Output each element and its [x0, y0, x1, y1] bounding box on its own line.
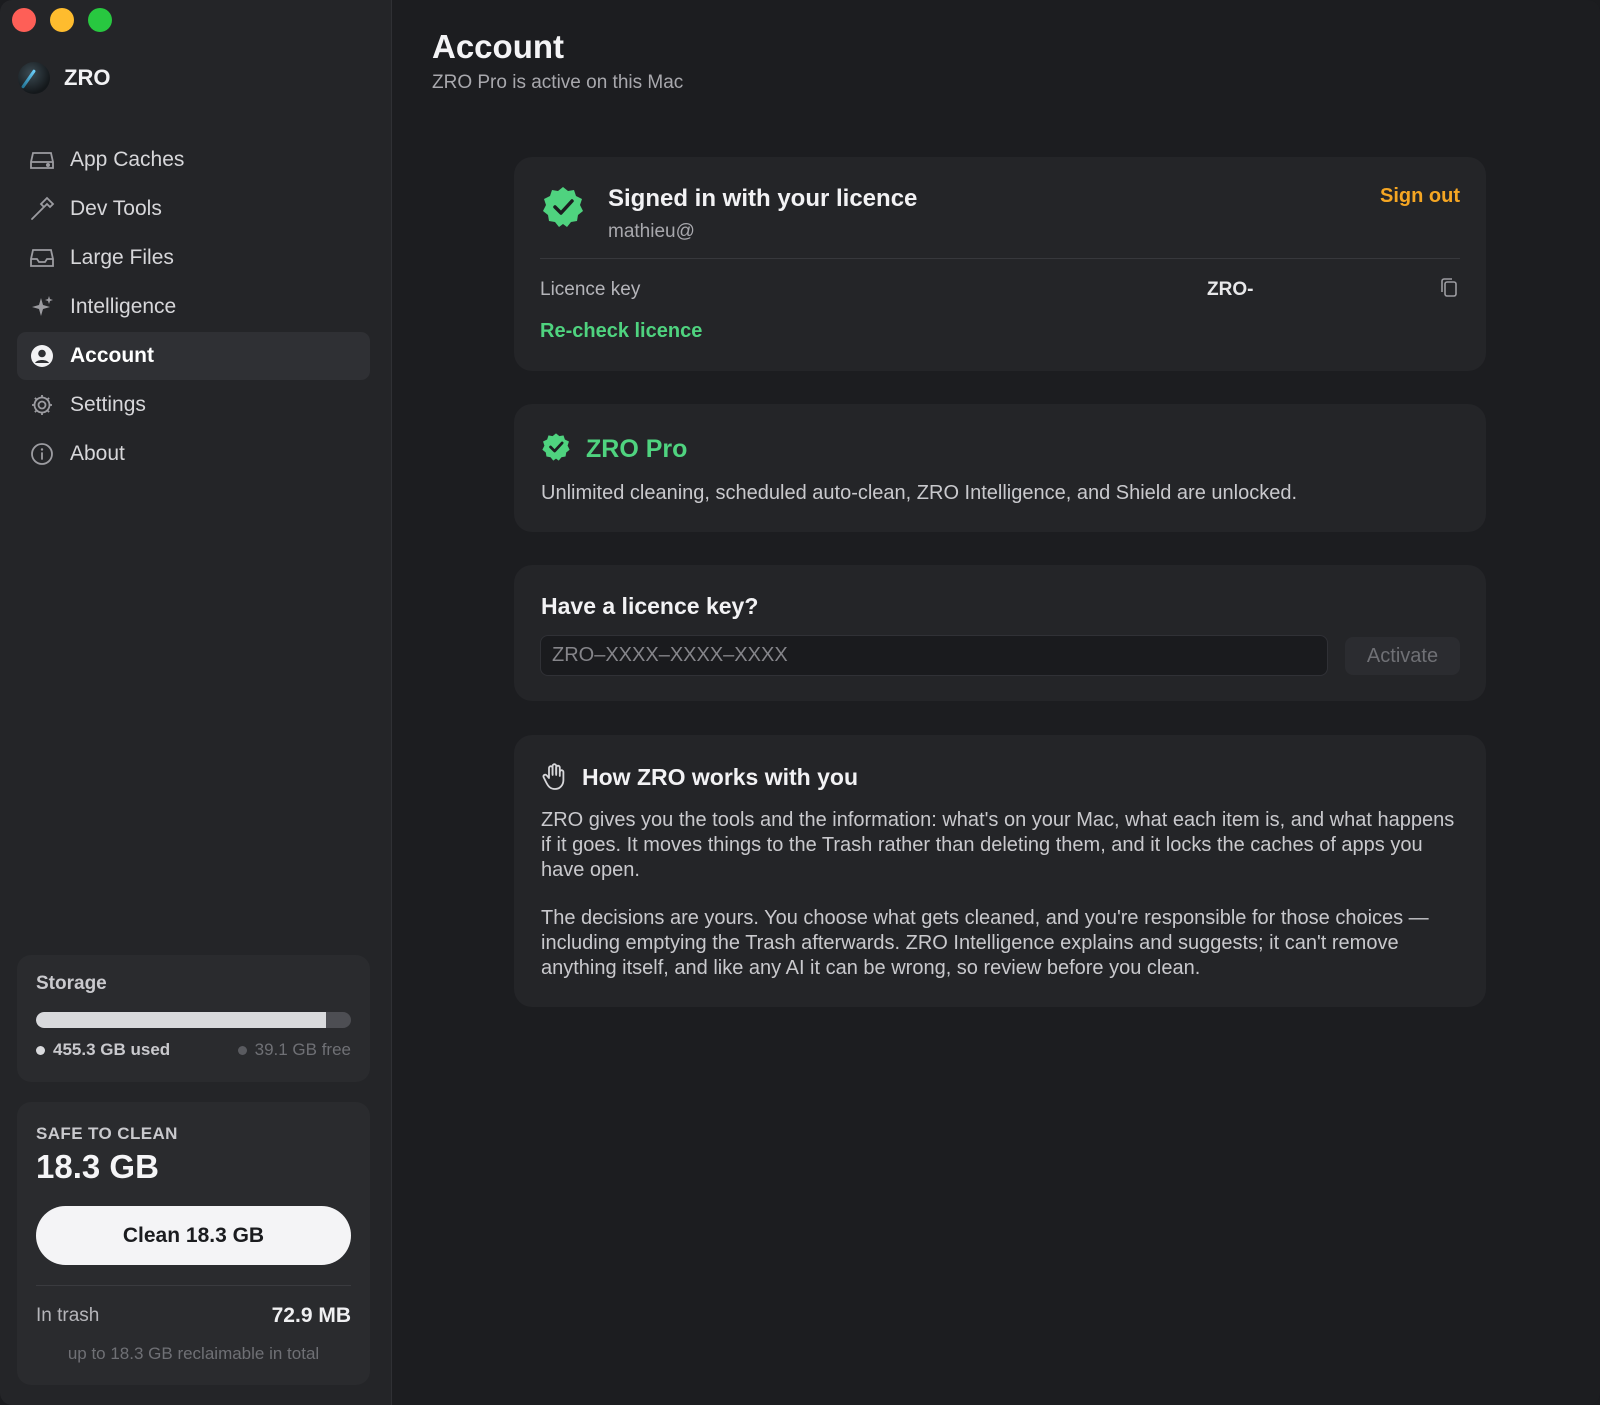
safe-to-clean-value: 18.3 GB [36, 1148, 159, 1185]
storage-title: Storage [36, 973, 107, 994]
sidebar: ZRO App Caches Dev Tools Large Files Int… [0, 0, 392, 1405]
drive-icon [29, 147, 55, 173]
tray-icon [29, 245, 55, 271]
sidebar-item-label: Dev Tools [70, 197, 162, 220]
main-content: Account ZRO Pro is active on this Mac Si… [393, 0, 1600, 1405]
storage-used-label: 455.3 GB used [53, 1040, 171, 1059]
pro-description: Unlimited cleaning, scheduled auto-clean… [541, 482, 1298, 504]
sidebar-item-label: App Caches [70, 148, 185, 171]
storage-card: Storage 455.3 GB used 39.1 GB free [17, 955, 370, 1082]
storage-used-fill [36, 1012, 327, 1028]
gear-icon [29, 392, 55, 418]
sign-out-button[interactable]: Sign out [1380, 185, 1460, 208]
storage-usage-bar [36, 1012, 351, 1028]
how-header: How ZRO works with you [541, 763, 858, 791]
activate-button[interactable]: Activate [1345, 637, 1460, 675]
licence-key-value: ZRO- [1207, 279, 1254, 300]
page-subtitle: ZRO Pro is active on this Mac [432, 72, 684, 93]
sidebar-item-label: Account [70, 344, 154, 367]
divider [540, 258, 1460, 259]
how-paragraph: The decisions are yours. You choose what… [541, 907, 1429, 979]
sidebar-item-label: Large Files [70, 246, 174, 269]
sidebar-item-settings[interactable]: Settings [17, 381, 370, 429]
how-paragraph: ZRO gives you the tools and the informat… [541, 809, 1455, 881]
sidebar-item-account[interactable]: Account [17, 332, 370, 380]
free-dot-icon [237, 1045, 247, 1055]
sidebar-item-intelligence[interactable]: Intelligence [17, 283, 370, 331]
clean-button[interactable]: Clean 18.3 GB [36, 1206, 351, 1265]
zoom-window-button[interactable] [88, 8, 112, 32]
window-controls [12, 8, 112, 32]
signed-in-card: Signed in with your licence mathieu@ Sig… [514, 157, 1486, 371]
pro-status-card: ZRO Pro Unlimited cleaning, scheduled au… [514, 404, 1486, 532]
storage-legend: 455.3 GB used 39.1 GB free [36, 1040, 351, 1060]
copy-icon[interactable] [1438, 277, 1460, 299]
divider [36, 1285, 351, 1286]
signed-in-header: Signed in with your licence mathieu@ [541, 185, 917, 243]
close-window-button[interactable] [12, 8, 36, 32]
sidebar-item-app-caches[interactable]: App Caches [17, 136, 370, 184]
app-logo-icon [18, 62, 50, 94]
sidebar-item-about[interactable]: About [17, 430, 370, 478]
sidebar-item-large-files[interactable]: Large Files [17, 234, 370, 282]
brand: ZRO [18, 62, 110, 94]
info-icon [29, 441, 55, 467]
how-it-works-card: How ZRO works with you ZRO gives you the… [514, 735, 1486, 1007]
trash-row: In trash 72.9 MB [36, 1304, 351, 1328]
verified-badge-icon [541, 432, 571, 467]
sidebar-item-label: Intelligence [70, 295, 177, 318]
trash-label: In trash [36, 1305, 100, 1326]
sparkles-icon [29, 294, 55, 320]
hand-raised-icon [541, 763, 567, 791]
safe-to-clean-label: SAFE TO CLEAN [36, 1124, 178, 1143]
sidebar-item-label: Settings [70, 393, 146, 416]
verified-badge-icon [541, 185, 585, 229]
sidebar-item-label: About [70, 442, 125, 465]
storage-used: 455.3 GB used [36, 1040, 170, 1060]
app-window: ZRO App Caches Dev Tools Large Files Int… [0, 0, 1600, 1405]
pro-title: ZRO Pro [586, 435, 688, 463]
storage-free-label: 39.1 GB free [254, 1040, 351, 1059]
licence-key-label: Licence key [540, 279, 641, 300]
used-dot-icon [36, 1045, 45, 1055]
signed-in-title: Signed in with your licence [608, 185, 918, 212]
trash-value: 72.9 MB [271, 1304, 351, 1327]
page-title: Account [432, 28, 564, 65]
licence-key-input[interactable] [540, 635, 1328, 676]
licence-entry-card: Have a licence key? Activate [514, 565, 1486, 701]
clean-card: SAFE TO CLEAN 18.3 GB Clean 18.3 GB In t… [17, 1102, 370, 1385]
minimize-window-button[interactable] [50, 8, 74, 32]
hammer-icon [29, 196, 55, 222]
person-circle-icon [29, 343, 55, 369]
sidebar-item-dev-tools[interactable]: Dev Tools [17, 185, 370, 233]
account-email: mathieu@ [608, 221, 695, 242]
how-title: How ZRO works with you [582, 763, 859, 790]
recheck-licence-button[interactable]: Re-check licence [540, 320, 702, 343]
sidebar-nav: App Caches Dev Tools Large Files Intelli… [17, 136, 370, 479]
licence-entry-title: Have a licence key? [541, 593, 759, 619]
storage-free: 39.1 GB free [237, 1040, 351, 1060]
reclaimable-note: up to 18.3 GB reclaimable in total [67, 1344, 320, 1363]
pro-header: ZRO Pro [541, 432, 687, 467]
app-name: ZRO [64, 65, 111, 90]
